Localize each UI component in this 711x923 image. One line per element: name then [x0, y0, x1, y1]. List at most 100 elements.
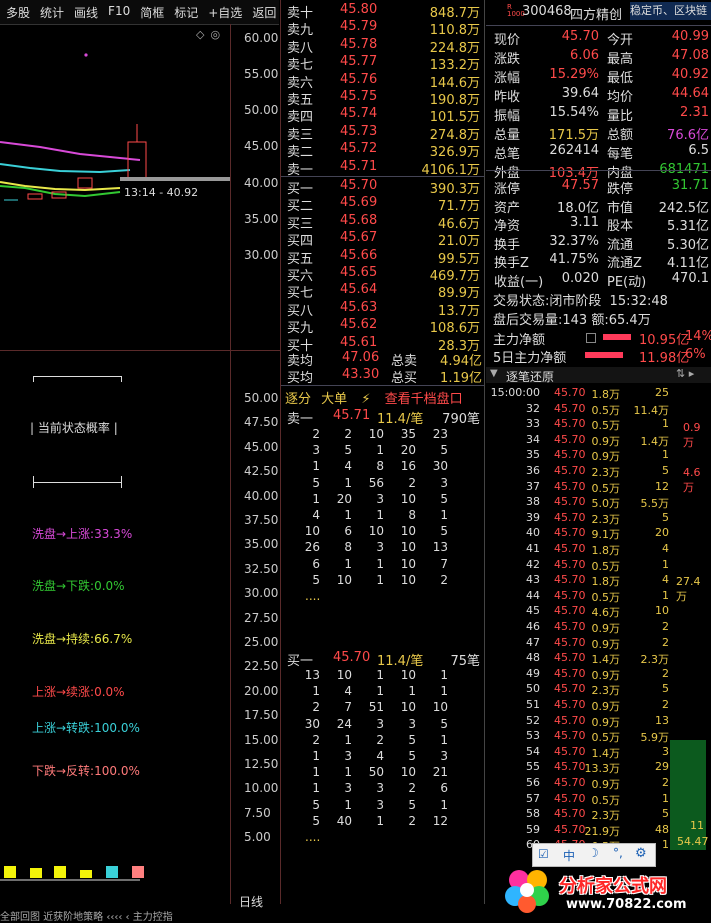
- tab-by-minute[interactable]: 逐分: [285, 392, 311, 407]
- tape-side-value: 0.9万: [683, 421, 701, 449]
- sell-level-row[interactable]: 卖三 45.73 274.8万: [285, 124, 482, 143]
- buy-level-row[interactable]: 买三 45.68 46.6万: [285, 213, 482, 232]
- tape-price: 45.70: [554, 417, 586, 431]
- tab-large-orders[interactable]: 大单: [321, 392, 347, 407]
- sell-level-row[interactable]: 卖一 45.71 4106.1万: [285, 159, 482, 178]
- tape-time: 49: [526, 666, 540, 680]
- tape-time: 33: [526, 417, 540, 431]
- queue-price: 45.70: [333, 650, 371, 665]
- buy-level-row[interactable]: 买九 45.62 108.6万: [285, 317, 482, 336]
- toolbar-f10[interactable]: F10: [102, 0, 134, 24]
- tape-time: 54: [526, 744, 540, 758]
- ma-line-green: [0, 185, 121, 198]
- sell-level-row[interactable]: 卖十 45.80 848.7万: [285, 2, 482, 21]
- queue-cell: 1: [440, 668, 448, 682]
- book-summary: 卖均 47.06 总卖 4.94亿 买均 43.30 总买 1.19亿: [287, 350, 482, 386]
- level-volume: 144.6万: [429, 75, 480, 91]
- queue-count: 75笔: [450, 654, 480, 669]
- queue-cell: 1: [376, 508, 384, 522]
- level-volume: 13.7万: [438, 303, 480, 319]
- sell-level-row[interactable]: 卖六 45.76 144.6万: [285, 72, 482, 91]
- sell-level-row[interactable]: 卖七 45.77 133.2万: [285, 54, 482, 73]
- concept-tags[interactable]: 稳定币、区块链: [630, 2, 711, 20]
- sell-level-row[interactable]: 卖二 45.72 326.9万: [285, 141, 482, 160]
- ma-line-cyan: [0, 163, 131, 174]
- ime-settings-icon[interactable]: ⚙: [635, 846, 647, 861]
- queue-cell: 3: [344, 781, 352, 796]
- ime-chinese-icon[interactable]: 中: [563, 847, 575, 864]
- ime-halfwidth-icon[interactable]: ☽: [588, 846, 599, 860]
- toolbar-simple-frame[interactable]: 简框: [134, 0, 168, 24]
- tab-thousand-level[interactable]: 查看千档盘口: [385, 392, 463, 407]
- level-volume: 89.9万: [438, 286, 480, 302]
- axis-tick: 45.00: [244, 139, 279, 153]
- queue-cell: 3: [376, 491, 384, 506]
- sell-level-row[interactable]: 卖八 45.78 224.8万: [285, 36, 482, 56]
- axis-tick: 27.50: [244, 610, 279, 625]
- buy-level-row[interactable]: 买五 45.66 99.5万: [285, 247, 482, 267]
- queue-cell: 5: [312, 813, 320, 828]
- tape-count: 5.9万: [640, 731, 670, 745]
- axis-tick: 40.00: [244, 176, 279, 190]
- level-price: 45.66: [340, 247, 378, 263]
- toolbar-back[interactable]: 返回: [246, 0, 280, 24]
- buy-level-row[interactable]: 买一 45.70 390.3万: [285, 178, 482, 197]
- tape-header: ▼ 逐笔还原 ⇅ ▸: [486, 367, 711, 385]
- queue-cell: 5: [440, 524, 448, 539]
- buy-level-row[interactable]: 买二 45.69 71.7万: [285, 195, 482, 214]
- level-price: 45.78: [340, 36, 378, 52]
- ime-toolbar[interactable]: ☑ 中 ☽ °, ⚙: [532, 843, 656, 867]
- queue-cell: 13: [432, 540, 448, 555]
- tape-price: 45.70: [554, 526, 586, 540]
- queue-cell: 5: [312, 572, 320, 587]
- period-label[interactable]: 日线: [239, 893, 263, 910]
- queue-cell: 3: [344, 749, 352, 763]
- queue-cell: 20: [336, 491, 352, 506]
- queue-cell: 5: [408, 797, 416, 812]
- queue-label: 买一: [287, 654, 314, 669]
- divider: [486, 170, 711, 171]
- tape-volume: 2.3万: [591, 466, 621, 479]
- toolbar-draw[interactable]: 画线: [68, 0, 102, 24]
- tape-time: 38: [526, 495, 540, 509]
- toolbar-multi-stock[interactable]: 多股: [0, 0, 34, 24]
- tape-title[interactable]: 逐笔还原: [506, 368, 554, 385]
- sell-level-row[interactable]: 卖五 45.75 190.8万: [285, 89, 482, 108]
- buy-level-row[interactable]: 买八 45.63 13.7万: [285, 299, 482, 319]
- queue-cell: 1: [344, 797, 352, 812]
- sell-level-row[interactable]: 卖九 45.79 110.8万: [285, 19, 482, 38]
- bottom-strategy-tabs[interactable]: 全部回图 近获阶地策略 ‹‹‹‹ ‹ 主力控指: [0, 908, 173, 923]
- queue-more[interactable]: ....: [305, 830, 320, 844]
- quote-label: 换手: [494, 237, 521, 253]
- queue-more[interactable]: ....: [305, 589, 320, 603]
- quote-label: 最低: [607, 71, 634, 86]
- tape-side-value: 11: [690, 819, 704, 832]
- level-price: 45.80: [340, 2, 378, 17]
- level-label: 卖八: [287, 40, 314, 56]
- buy-level-row[interactable]: 买四 45.67 21.0万: [285, 230, 482, 249]
- info-icon[interactable]: [586, 333, 596, 343]
- toolbar-add-favorite[interactable]: +自选: [202, 0, 246, 24]
- quote-value: 47.08: [671, 48, 709, 63]
- sell-level-row[interactable]: 卖四 45.74 101.5万: [285, 106, 482, 125]
- buy-level-row[interactable]: 买七 45.64 89.9万: [285, 282, 482, 302]
- ime-punct-icon[interactable]: °,: [613, 846, 623, 860]
- watermark-logo-icon: [505, 870, 549, 913]
- buy-level-row[interactable]: 买六 45.65 469.7万: [285, 265, 482, 284]
- tape-controls-icon[interactable]: ⇅ ▸: [676, 367, 694, 380]
- queue-cell: 1: [344, 556, 352, 571]
- tape-time: 45: [526, 604, 540, 618]
- quote-value: 44.64: [671, 86, 709, 101]
- queue-cell: 8: [344, 540, 352, 555]
- after-label: 盘后交易量:: [493, 313, 563, 328]
- collapse-icon[interactable]: ▼: [490, 368, 498, 379]
- toolbar-stats[interactable]: 统计: [34, 0, 68, 24]
- toolbar-mark[interactable]: 标记: [168, 0, 202, 24]
- axis-tick: 22.50: [244, 659, 279, 674]
- ime-mode-icon[interactable]: ☑: [538, 847, 549, 861]
- tape-count: 1: [662, 791, 669, 805]
- queue-cell: 26: [304, 540, 320, 555]
- axis-tick: 45.00: [244, 439, 279, 454]
- level-price: 45.63: [340, 299, 378, 315]
- queue-cell: 3: [408, 716, 416, 731]
